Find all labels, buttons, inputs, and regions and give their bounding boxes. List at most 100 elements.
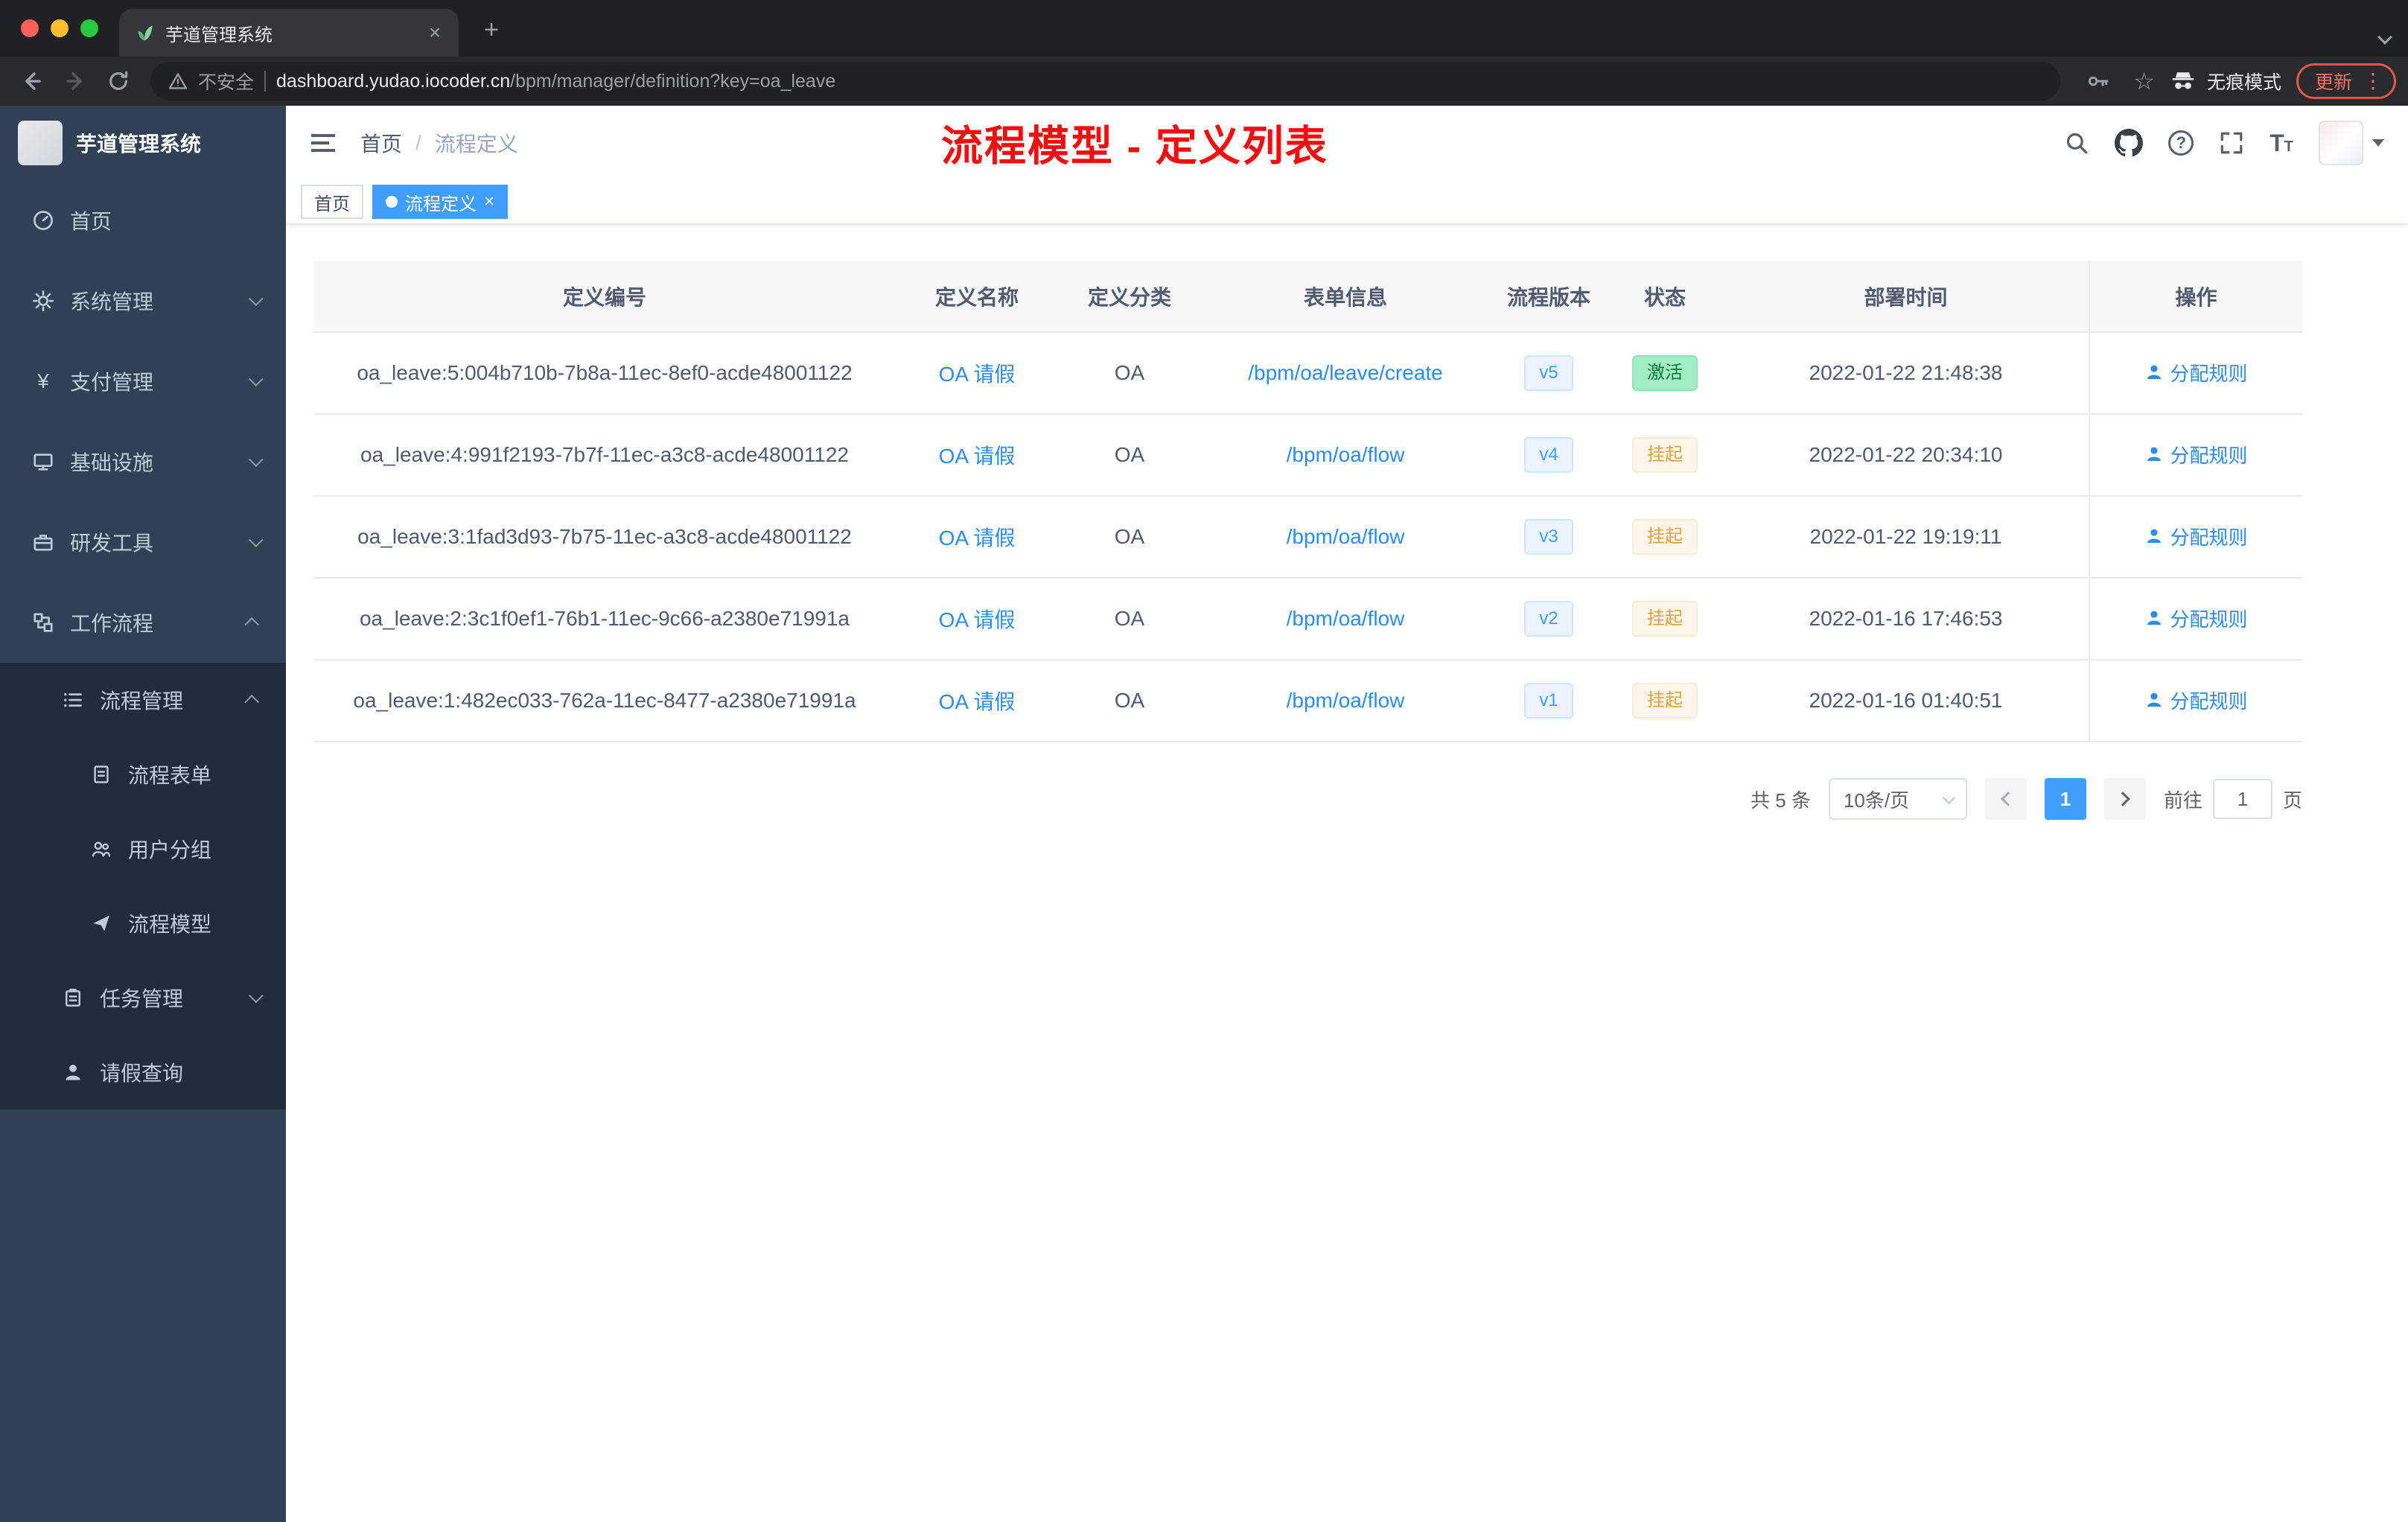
chevron-down-icon [248,532,264,548]
pagination-total: 共 5 条 [1751,789,1811,812]
form-info-link[interactable]: /bpm/oa/flow [1287,525,1405,548]
sidebar-item-process-form[interactable]: 流程表单 [0,737,286,812]
tab-title: 芋道管理系统 [165,25,273,45]
sidebar-item-system[interactable]: 系统管理 [0,261,286,341]
monitor-icon [31,450,55,474]
tab-search-chevron-icon[interactable] [2377,21,2392,48]
deploy-time: 2022-01-22 19:19:11 [1723,496,2089,579]
page-size-select[interactable]: 10条/页 [1828,778,1967,820]
url-text[interactable]: dashboard.yudao.iocoder.cn/bpm/manager/d… [276,71,835,92]
back-icon[interactable] [12,61,52,101]
prev-page-button[interactable] [1984,778,2027,820]
chevron-down-icon [248,988,264,1004]
user-menu[interactable] [2319,121,2384,165]
sidebar-item-devtools[interactable]: 研发工具 [0,502,286,582]
form-info-link[interactable]: /bpm/oa/flow [1287,443,1405,466]
sidebar-item-process-management[interactable]: 流程管理 [0,663,286,737]
chevron-up-icon [244,694,260,710]
sidebar-item-home[interactable]: 首页 [0,180,286,261]
screen: 芋道管理系统 × + 不安全 dashboard.yudao.iocoder.c… [0,0,2408,1522]
tag-home[interactable]: 首页 [301,185,363,219]
new-tab-button[interactable]: + [471,9,512,51]
url-path: /bpm/manager/definition?key=oa_leave [510,70,836,92]
tab-close-icon[interactable]: × [423,21,447,45]
sidebar-item-workflow[interactable]: 工作流程 [0,582,286,663]
status-tag: 挂起 [1632,437,1698,473]
warning-icon [168,71,188,91]
menu-dots-icon[interactable]: ⋮ [2363,71,2383,92]
definition-name-link[interactable]: OA 请假 [939,690,1016,713]
bookmark-star-icon[interactable]: ☆ [2133,69,2155,93]
active-dot [386,196,398,208]
status-tag: 激活 [1632,355,1698,391]
table-row: oa_leave:1:482ec033-762a-11ec-8477-a2380… [314,660,2302,742]
sidebar-item-payment[interactable]: ¥ 支付管理 [0,341,286,421]
assign-rule-link[interactable]: 分配规则 [2144,605,2248,632]
fullscreen-icon[interactable] [2219,130,2244,156]
minimize-window-button[interactable] [51,19,69,37]
browser-tab[interactable]: 芋道管理系统 × [119,9,459,57]
tags-view: 首页 流程定义 × [286,180,2408,225]
table-row: oa_leave:3:1fad3d93-7b75-11ec-a3c8-acde4… [314,496,2302,579]
next-page-button[interactable] [2103,778,2146,820]
sidebar-item-user-group[interactable]: 用户分组 [0,812,286,886]
security-label[interactable]: 不安全 [198,68,254,95]
sidebar-item-process-model[interactable]: 流程模型 [0,886,286,961]
font-size-icon[interactable]: TT [2270,130,2293,157]
definition-name-link[interactable]: OA 请假 [939,608,1016,631]
version-tag: v3 [1524,519,1573,555]
form-info-link[interactable]: /bpm/oa/leave/create [1248,361,1443,384]
close-window-button[interactable] [21,19,39,37]
definition-table: 定义编号 定义名称 定义分类 表单信息 流程版本 状态 部署时间 操作 oa_l… [314,261,2302,742]
window-controls[interactable] [0,0,119,57]
goto-unit: 页 [2282,789,2302,812]
maximize-window-button[interactable] [80,19,98,37]
breadcrumb-home[interactable]: 首页 [360,128,402,158]
col-form-info: 表单信息 [1200,261,1491,333]
assign-rule-link[interactable]: 分配规则 [2144,441,2248,468]
definition-name-link[interactable]: OA 请假 [939,526,1016,550]
definition-name-link[interactable]: OA 请假 [939,445,1016,468]
form-info-link[interactable]: /bpm/oa/flow [1287,689,1405,712]
col-actions: 操作 [2089,261,2302,333]
sidebar: 芋道管理系统 首页 系统管理 ¥ 支付管理 基础设施 研发工具 工作流程 流程管… [0,106,286,1522]
version-tag: v1 [1524,683,1573,719]
yen-icon: ¥ [37,369,49,392]
browser-tabstrip: 芋道管理系统 × + [0,0,2408,57]
forward-icon[interactable] [55,61,95,101]
form-info-link[interactable]: /bpm/oa/flow [1287,607,1405,630]
version-tag: v2 [1524,601,1573,637]
tag-close-icon[interactable]: × [484,193,494,211]
col-process-version: 流程版本 [1491,261,1607,333]
sidebar-item-leave-query[interactable]: 请假查询 [0,1035,286,1109]
chevron-down-icon [248,291,264,307]
assign-rule-link[interactable]: 分配规则 [2144,687,2248,714]
avatar[interactable] [2319,121,2363,165]
breadcrumb-current: 流程定义 [434,133,518,156]
help-icon[interactable]: ? [2168,130,2194,156]
app-logo: 芋道管理系统 [0,106,286,180]
paper-plane-icon [89,911,113,935]
status-tag: 挂起 [1632,519,1698,555]
sidebar-item-task-management[interactable]: 任务管理 [0,961,286,1035]
tag-process-definition[interactable]: 流程定义 × [372,185,509,219]
col-definition-id: 定义编号 [314,261,895,333]
table-header-row: 定义编号 定义名称 定义分类 表单信息 流程版本 状态 部署时间 操作 [314,261,2302,333]
browser-update-button[interactable]: 更新 ⋮ [2296,63,2396,99]
address-bar[interactable]: 不安全 dashboard.yudao.iocoder.cn/bpm/manag… [150,62,2061,101]
assign-rule-link[interactable]: 分配规则 [2144,359,2248,386]
sidebar-item-infrastructure[interactable]: 基础设施 [0,421,286,502]
sidebar-collapse-icon[interactable] [286,106,360,180]
assign-rule-link[interactable]: 分配规则 [2144,523,2248,550]
github-icon[interactable] [2115,129,2144,157]
page-number-1[interactable]: 1 [2044,778,2086,820]
reload-icon[interactable] [98,61,138,101]
incognito-badge: 无痕模式 [2170,68,2281,95]
deploy-time: 2022-01-16 17:46:53 [1723,578,2089,660]
incognito-label: 无痕模式 [2206,72,2281,93]
tab-favicon [134,22,155,43]
search-icon[interactable] [2064,130,2089,156]
password-key-icon[interactable] [2078,61,2118,101]
definition-name-link[interactable]: OA 请假 [939,363,1016,386]
goto-page-input[interactable] [2212,779,2272,819]
